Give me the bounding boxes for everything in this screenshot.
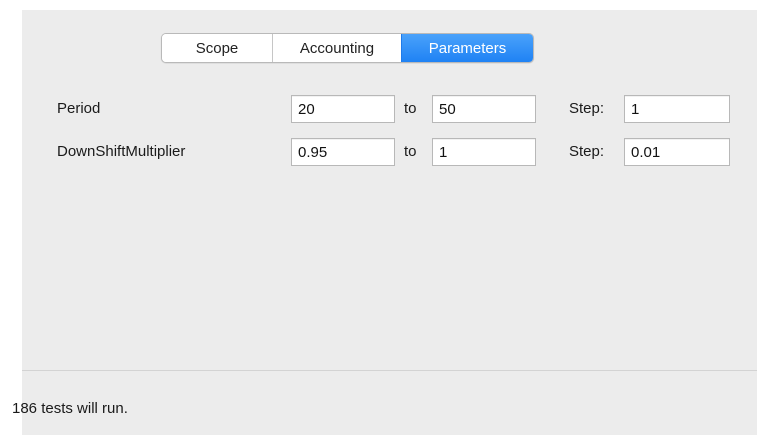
tab-scope[interactable]: Scope (162, 34, 272, 62)
downshiftmultiplier-step-field[interactable] (624, 138, 730, 166)
period-from-field[interactable] (291, 95, 395, 123)
tab-accounting[interactable]: Accounting (272, 34, 401, 62)
period-to-field[interactable] (432, 95, 536, 123)
parameter-row-downshiftmultiplier: DownShiftMultiplier to Step: (22, 138, 757, 168)
step-label: Step: (569, 143, 605, 160)
period-step-field[interactable] (624, 95, 730, 123)
downshiftmultiplier-to-field[interactable] (432, 138, 536, 166)
tab-parameters[interactable]: Parameters (401, 34, 533, 62)
parameter-row-period: Period to Step: (22, 95, 757, 125)
status-text: 186 tests will run. (12, 400, 128, 417)
parameters-panel: Scope Accounting Parameters Period to St… (22, 10, 757, 435)
downshiftmultiplier-from-field[interactable] (291, 138, 395, 166)
divider (22, 370, 757, 371)
step-label: Step: (569, 100, 605, 117)
parameter-name-label: Period (57, 100, 101, 117)
parameter-name-label: DownShiftMultiplier (57, 143, 186, 160)
tab-segmented-control: Scope Accounting Parameters (161, 33, 534, 63)
to-label: to (404, 143, 417, 160)
to-label: to (404, 100, 417, 117)
